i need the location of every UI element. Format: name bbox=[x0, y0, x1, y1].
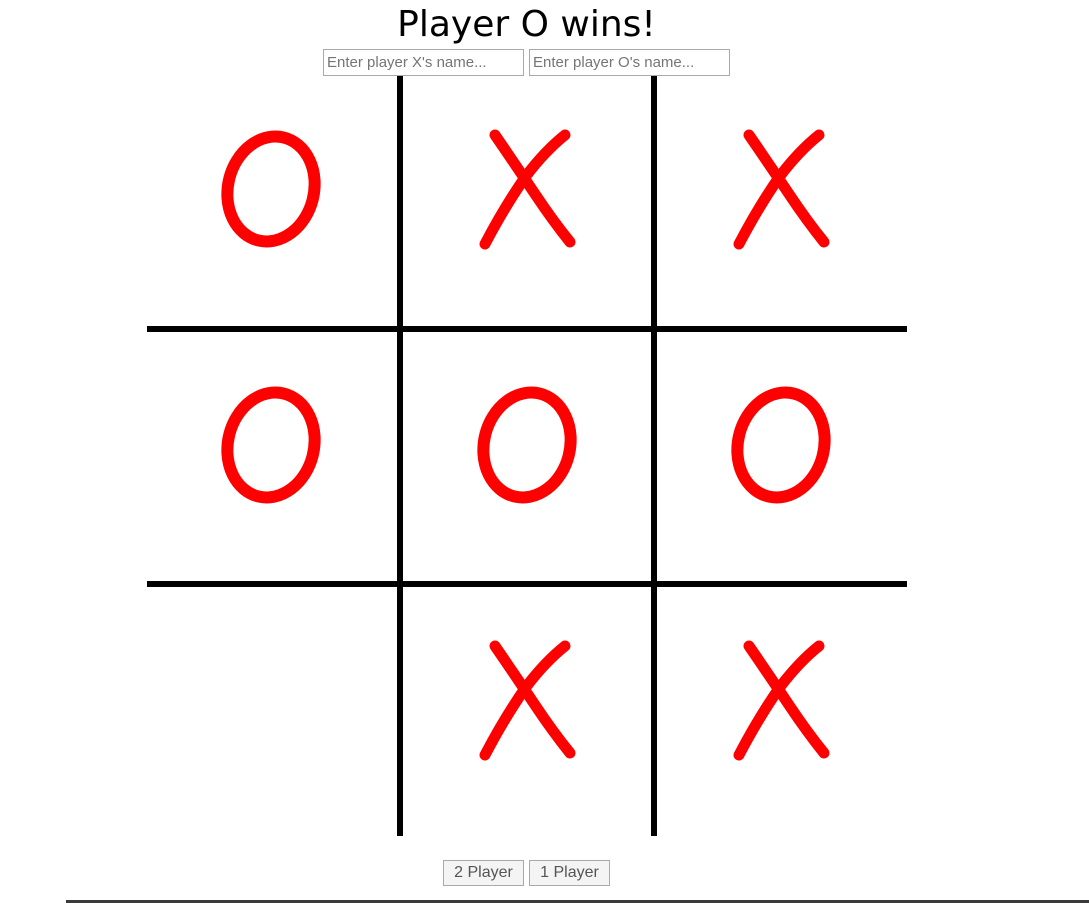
board-cell-6[interactable] bbox=[657, 332, 907, 582]
cell-1-mark bbox=[221, 130, 321, 248]
board-cell-7[interactable] bbox=[147, 587, 397, 837]
player-o-name-input[interactable] bbox=[529, 49, 730, 76]
cell-2-mark bbox=[479, 129, 576, 250]
game-status-title: Player O wins! bbox=[397, 4, 656, 45]
x-mark-stroke-2 bbox=[743, 640, 830, 759]
board-cell-1[interactable] bbox=[147, 76, 397, 326]
game-page: Player O wins! 2 Player 1 Player bbox=[0, 0, 1089, 903]
player-x-name-input[interactable] bbox=[323, 49, 524, 76]
board-cell-8[interactable] bbox=[403, 587, 653, 837]
cell-7-mark bbox=[147, 587, 397, 837]
game-board bbox=[147, 76, 907, 836]
cell-6-mark bbox=[731, 386, 831, 504]
board-cell-9[interactable] bbox=[657, 587, 907, 837]
o-mark bbox=[731, 386, 831, 504]
o-mark bbox=[477, 386, 577, 504]
board-cell-3[interactable] bbox=[657, 76, 907, 326]
cell-9-mark bbox=[733, 640, 830, 761]
board-cell-4[interactable] bbox=[147, 332, 397, 582]
cell-8-mark bbox=[479, 640, 576, 761]
player-names-bar bbox=[323, 49, 730, 76]
o-mark bbox=[221, 130, 321, 248]
o-mark bbox=[221, 386, 321, 504]
x-mark-stroke-2 bbox=[489, 129, 576, 248]
two-player-button[interactable]: 2 Player bbox=[443, 860, 524, 886]
x-mark-stroke-2 bbox=[743, 129, 830, 248]
cell-4-mark bbox=[221, 386, 321, 504]
board-cell-5[interactable] bbox=[403, 332, 653, 582]
x-mark-stroke-2 bbox=[489, 640, 576, 759]
one-player-button[interactable]: 1 Player bbox=[529, 860, 610, 886]
cell-5-mark bbox=[477, 386, 577, 504]
cell-3-mark bbox=[733, 129, 830, 250]
board-cell-2[interactable] bbox=[403, 76, 653, 326]
mode-buttons: 2 Player 1 Player bbox=[443, 860, 610, 886]
